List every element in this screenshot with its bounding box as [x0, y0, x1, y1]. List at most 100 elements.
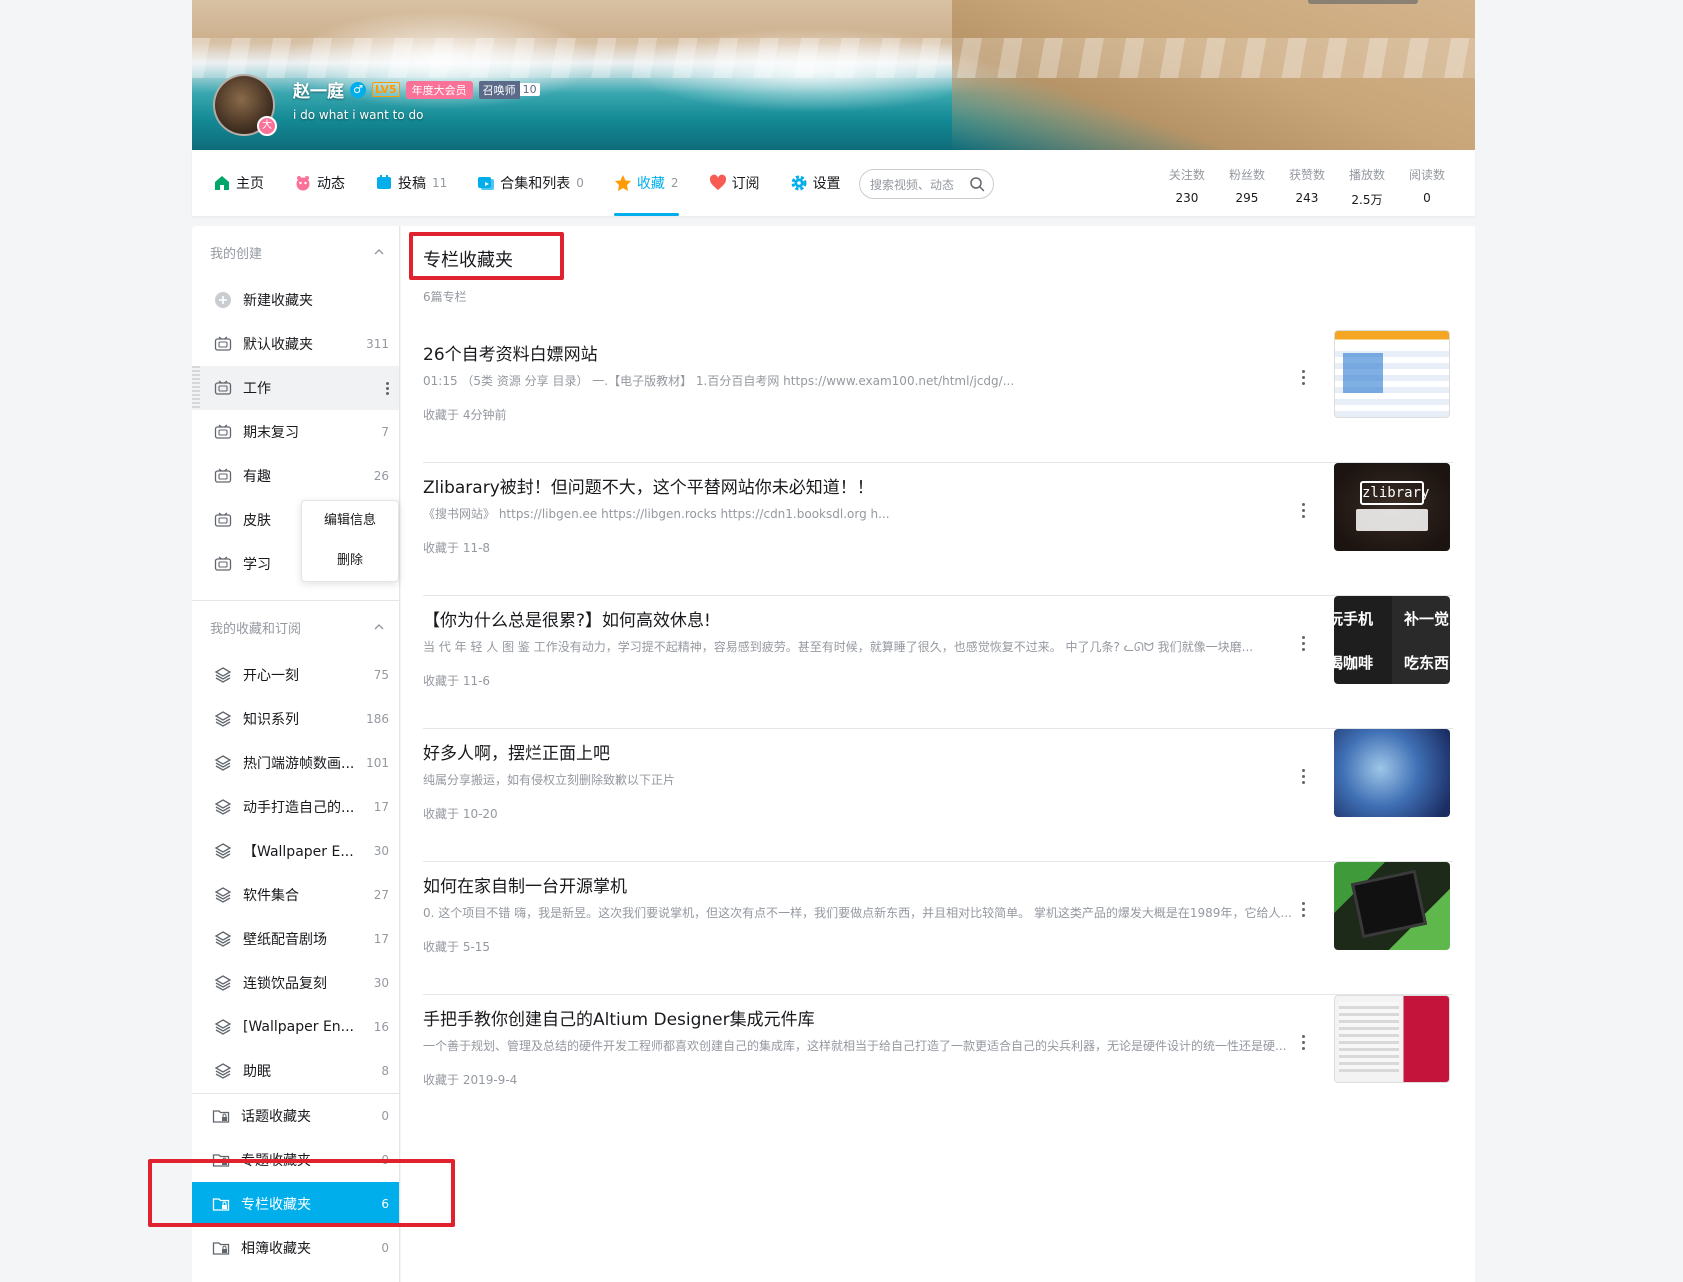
more-options-icon[interactable]: [1302, 636, 1306, 651]
tab-4[interactable]: 收藏 2: [613, 150, 693, 216]
article-title[interactable]: Zlibarary被封！但问题不大，这个平替网站你未必知道！！: [423, 473, 874, 498]
sidebar-item[interactable]: 默认收藏夹 311: [192, 322, 399, 366]
sidebar-item[interactable]: 动手打造自己的... 17: [192, 785, 399, 829]
sidebar-item-label: 默认收藏夹: [243, 337, 313, 353]
article-card[interactable]: 手把手教你创建自己的Altium Designer集成元件库 一个善于规划、管理及…: [423, 995, 1453, 1128]
folder-tv-icon: [214, 555, 232, 573]
chevron-up-icon[interactable]: [373, 246, 385, 258]
sidebar-item-count: 0: [381, 1241, 389, 1255]
folder-tv-icon: [214, 335, 232, 353]
more-options-icon[interactable]: [1302, 370, 1306, 385]
article-cover[interactable]: [1334, 330, 1450, 418]
tab-label: 订阅: [731, 176, 760, 192]
sidebar-item-count: 30: [373, 976, 389, 990]
article-title[interactable]: 好多人啊，摆烂正面上吧: [423, 739, 610, 764]
sidebar-item[interactable]: 助眠 8: [192, 1049, 399, 1093]
article-cover[interactable]: 玩手机 补一觉 喝咖啡 吃东西: [1334, 596, 1450, 684]
tab-3[interactable]: 合集和列表 0: [477, 150, 598, 216]
sidebar-item-label: 热门端游帧数画...: [243, 756, 355, 772]
edit-info-menu-item[interactable]: 编辑信息: [302, 501, 398, 541]
more-options-icon[interactable]: [1302, 769, 1306, 784]
avatar[interactable]: 大: [213, 74, 277, 136]
sidebar-item[interactable]: 课程收藏夹0: [192, 1270, 399, 1282]
sidebar-item[interactable]: 软件集合 27: [192, 873, 399, 917]
more-options-icon[interactable]: [1302, 503, 1306, 518]
favorited-time: 收藏于 10-20: [423, 807, 498, 821]
sidebar-item[interactable]: 有趣 26: [192, 454, 399, 498]
folder-tv-icon: [214, 379, 232, 397]
vip-badge[interactable]: 年度大会员: [405, 80, 473, 99]
sidebar-item-count: 17: [373, 932, 389, 946]
article-summary: 《搜书网站》 https://libgen.ee https://libgen.…: [423, 507, 890, 521]
article-cover[interactable]: [1334, 862, 1450, 950]
sidebar-item[interactable]: 专题收藏夹 0: [192, 1138, 399, 1182]
sidebar-item[interactable]: 相簿收藏夹 0: [192, 1226, 399, 1270]
sidebar-item[interactable]: 新建收藏夹: [192, 278, 399, 322]
article-cover[interactable]: [1334, 729, 1450, 817]
tab-count: 11: [432, 176, 448, 190]
tab-0[interactable]: 主页: [213, 150, 278, 216]
stat-value: 0: [1423, 191, 1431, 205]
sidebar-item[interactable]: [Wallpaper En... 16: [192, 1005, 399, 1049]
sidebar-item[interactable]: 话题收藏夹 0: [192, 1094, 399, 1138]
article-card[interactable]: 如何在家自制一台开源掌机 0. 这个项目不错 嗨，我是新昱。这次我们要说掌机，但这…: [423, 862, 1453, 995]
tab-6[interactable]: 设置: [790, 150, 855, 216]
sidebar-item[interactable]: 知识系列 186: [192, 697, 399, 741]
article-title[interactable]: 如何在家自制一台开源掌机: [423, 872, 627, 897]
article-cover[interactable]: [1334, 995, 1450, 1083]
sidebar-item[interactable]: 热门端游帧数画... 101: [192, 741, 399, 785]
stat-item[interactable]: 粉丝数 295: [1229, 166, 1265, 208]
username[interactable]: 赵一庭: [293, 77, 344, 102]
stat-item[interactable]: 关注数 230: [1169, 166, 1205, 208]
article-card[interactable]: 好多人啊，摆烂正面上吧纯属分享搬运，如有侵权立刻删除致歉以下正片 收藏于 10-2…: [423, 729, 1453, 862]
article-summary: 纯属分享搬运，如有侵权立刻删除致歉以下正片: [423, 773, 676, 787]
article-card[interactable]: Zlibarary被封！但问题不大，这个平替网站你未必知道！！ 《搜书网站》 ht…: [423, 463, 1453, 596]
sidebar-item[interactable]: 期末复习 7: [192, 410, 399, 454]
sidebar-item[interactable]: 工作: [192, 366, 399, 410]
tab-2[interactable]: 投稿 11: [375, 150, 461, 216]
tab-5[interactable]: 订阅: [709, 150, 774, 216]
stat-label: 阅读数: [1408, 168, 1445, 182]
sidebar-item[interactable]: 【Wallpaper E... 30: [192, 829, 399, 873]
sidebar-item-label: 相簿收藏夹: [241, 1241, 311, 1257]
article-title[interactable]: 【你为什么总是很累?】如何高效休息!: [423, 606, 711, 631]
subscribed-folder-list: 开心一刻 75 知识系列 186 热门端游帧数画... 101 动手打造自己的... 17 【W…: [192, 653, 399, 1093]
search-icon[interactable]: [969, 176, 985, 192]
article-cover[interactable]: zlibrary: [1334, 463, 1450, 551]
folder-content: 专栏收藏夹 6篇专栏 26个自考资料白嫖网站 01:15 （5类 资源 分享 目录…: [401, 226, 1475, 1282]
delete-menu-item[interactable]: 删除: [302, 541, 398, 581]
tab-label: 收藏: [636, 176, 665, 192]
more-options-icon[interactable]: [1302, 902, 1306, 917]
favorites-sidebar: 我的创建 新建收藏夹 默认收藏夹 311 工作 期末复习 7 有趣 26 皮肤 学习 我的收藏和订…: [192, 226, 400, 1282]
stat-item[interactable]: 阅读数 0: [1409, 166, 1445, 208]
sidebar-item-count: 26: [373, 469, 389, 483]
chevron-up-icon[interactable]: [373, 621, 385, 633]
article-title[interactable]: 手把手教你创建自己的Altium Designer集成元件库: [423, 1005, 815, 1030]
user-signature[interactable]: i do what i want to do: [293, 108, 423, 122]
article-title[interactable]: 26个自考资料白嫖网站: [423, 340, 598, 365]
more-options-icon[interactable]: [385, 381, 389, 395]
section-my-subscribed[interactable]: 我的收藏和订阅: [192, 601, 399, 653]
sidebar-item[interactable]: 开心一刻 75: [192, 653, 399, 697]
folder-lock-icon: [212, 1195, 230, 1213]
sidebar-item-count: 186: [366, 712, 389, 726]
sidebar-item-count: 17: [373, 800, 389, 814]
stat-item[interactable]: 播放数 2.5万: [1349, 166, 1385, 208]
stat-item[interactable]: 获赞数 243: [1289, 166, 1325, 208]
article-card[interactable]: 26个自考资料白嫖网站 01:15 （5类 资源 分享 目录） 一.【电子版教材】…: [423, 330, 1453, 463]
article-card[interactable]: 【你为什么总是很累?】如何高效休息! 当 代 年 轻 人 图 鉴 工作没有动力，学…: [423, 596, 1453, 729]
search-input[interactable]: 搜索视频、动态: [859, 169, 994, 199]
tab-label: 合集和列表: [500, 176, 571, 192]
tab-label: 主页: [236, 176, 264, 192]
sidebar-item[interactable]: 专栏收藏夹 6: [192, 1182, 399, 1226]
sidebar-item[interactable]: 连锁饮品复刻 30: [192, 961, 399, 1005]
male-icon: ♂: [350, 81, 366, 98]
section-my-created[interactable]: 我的创建: [192, 226, 399, 278]
tab-1[interactable]: 动态: [294, 150, 359, 216]
user-info: 赵一庭 ♂ LV5 年度大会员 召唤师 10: [293, 77, 540, 102]
more-options-icon[interactable]: [1302, 1035, 1306, 1050]
section-title: 我的收藏和订阅: [210, 621, 302, 637]
cover-text: 补一觉: [1404, 610, 1450, 628]
favorited-time: 收藏于 4分钟前: [423, 408, 507, 422]
sidebar-item[interactable]: 壁纸配音剧场 17: [192, 917, 399, 961]
